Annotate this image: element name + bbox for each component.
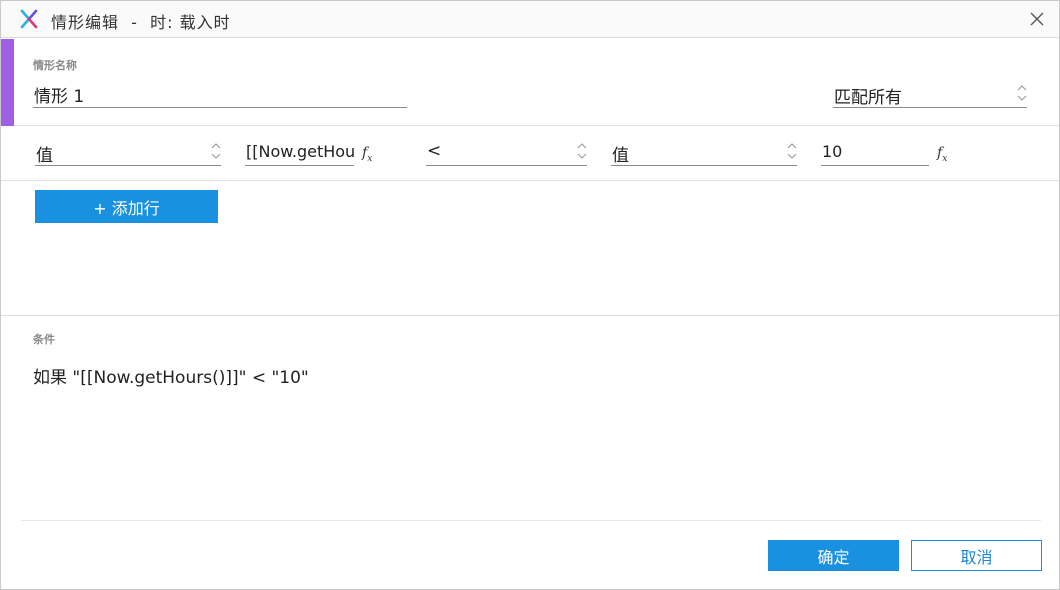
axure-logo-icon <box>20 9 38 29</box>
add-row-button[interactable]: + 添加行 <box>35 190 218 223</box>
updown-chevron-icon <box>211 143 221 159</box>
case-editor-dialog: 情形编辑 - 时: 载入时 情形名称 匹配所有 值 [[Now.getHou f… <box>0 0 1060 590</box>
condition-summary: 如果 "[[Now.getHours()]]" < "10" <box>33 368 309 388</box>
divider <box>21 520 1041 521</box>
match-mode-select[interactable]: 匹配所有 <box>833 80 1027 108</box>
window-title: 情形编辑 - 时: 载入时 <box>51 13 231 32</box>
right-value-text: 10 <box>822 142 843 161</box>
case-name-section: 情形名称 匹配所有 <box>1 39 1059 126</box>
right-value-input[interactable]: 10 <box>821 138 929 166</box>
case-name-label: 情形名称 <box>33 59 77 72</box>
ok-button[interactable]: 确定 <box>768 540 899 571</box>
left-value-text: [[Now.getHou <box>246 142 354 161</box>
updown-chevron-icon <box>787 143 797 159</box>
condition-row: 值 [[Now.getHou fx < 值 10 fx <box>1 127 1059 181</box>
match-mode-value: 匹配所有 <box>834 88 902 108</box>
close-icon[interactable] <box>1025 7 1049 31</box>
case-name-input[interactable] <box>33 81 407 108</box>
divider <box>1 315 1059 316</box>
operator-select[interactable]: < <box>426 138 587 166</box>
fx-icon[interactable]: fx <box>362 145 372 164</box>
right-type-value: 值 <box>612 146 629 166</box>
right-type-select[interactable]: 值 <box>611 138 797 166</box>
fx-icon[interactable]: fx <box>937 145 947 164</box>
left-value-input[interactable]: [[Now.getHou <box>245 138 354 166</box>
conditions-label: 条件 <box>33 333 55 346</box>
title-bar: 情形编辑 - 时: 载入时 <box>1 1 1059 38</box>
updown-chevron-icon <box>1017 85 1027 101</box>
updown-chevron-icon <box>577 143 587 159</box>
cancel-button[interactable]: 取消 <box>911 540 1042 571</box>
left-type-value: 值 <box>36 146 53 166</box>
left-type-select[interactable]: 值 <box>35 138 221 166</box>
accent-bar <box>1 39 14 126</box>
operator-value: < <box>427 141 442 161</box>
